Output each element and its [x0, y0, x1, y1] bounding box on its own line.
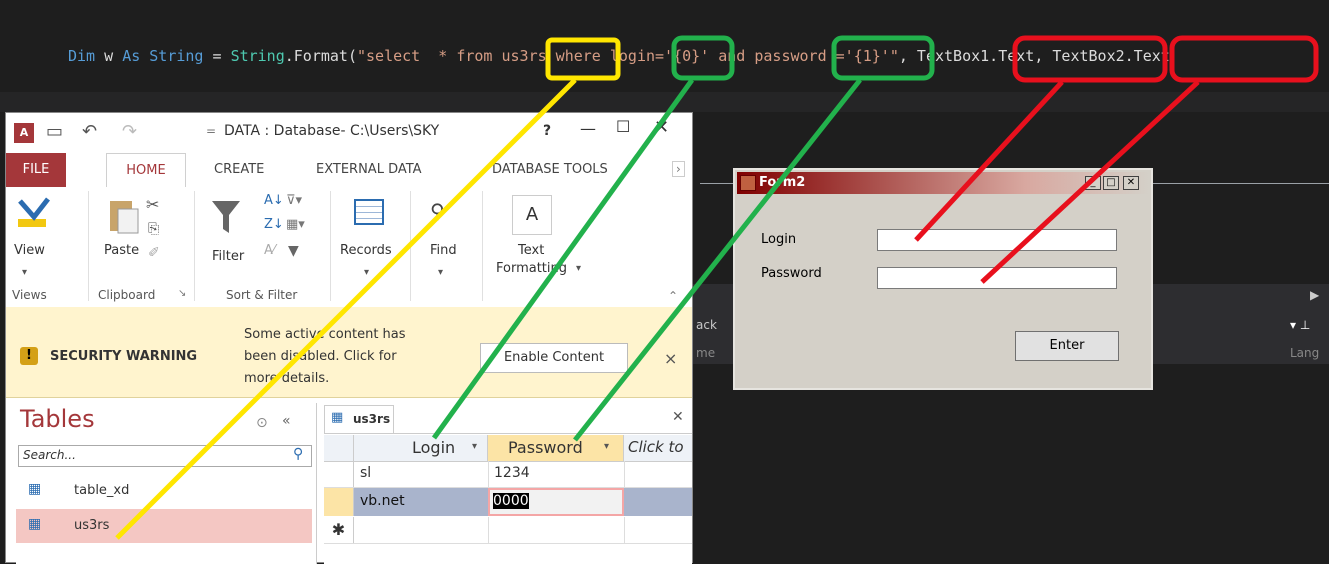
highlight-box-table: [545, 37, 621, 81]
highlight-box-password: [831, 35, 935, 81]
arrow-line-textbox2: [980, 80, 1200, 284]
arrow-line-login: [431, 78, 695, 440]
highlight-box-textbox1: [1012, 35, 1168, 83]
arrow-line-table: [115, 78, 577, 540]
arrow-line-textbox1: [914, 80, 1064, 242]
annotation-overlay: [115, 35, 1319, 540]
arrow-line-password: [573, 78, 862, 442]
highlight-box-textbox2: [1169, 35, 1319, 83]
highlight-box-login: [671, 35, 735, 81]
